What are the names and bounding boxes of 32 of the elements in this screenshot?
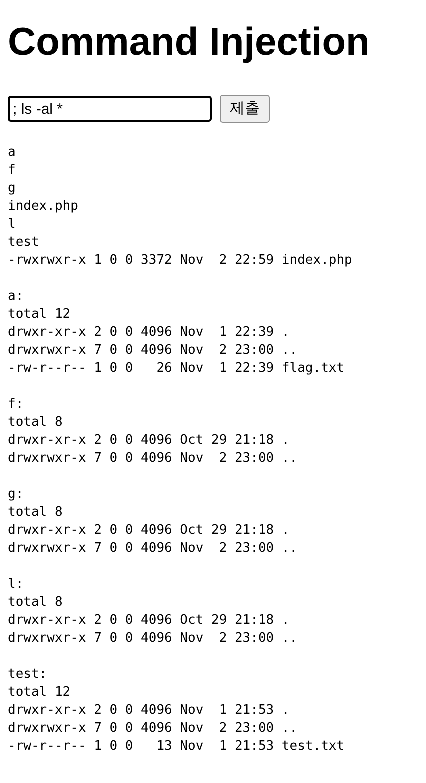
- output-line: f: [8, 162, 16, 180]
- output-line: drwxr-xr-x 2 0 0 4096 Nov 1 22:39 .: [8, 324, 290, 342]
- output-line: drwxrwxr-x 7 0 0 4096 Nov 2 23:00 ..: [8, 720, 298, 738]
- output-line: index.php: [8, 198, 78, 216]
- output-line: drwxr-xr-x 2 0 0 4096 Oct 29 21:18 .: [8, 432, 290, 450]
- output-line: l:: [8, 576, 24, 594]
- output-line: drwxrwxr-x 7 0 0 4096 Nov 2 23:00 ..: [8, 630, 298, 648]
- output-line: f:: [8, 396, 24, 414]
- output-line: -rw-r--r-- 1 0 0 26 Nov 1 22:39 flag.txt: [8, 360, 345, 378]
- output-line: test: [8, 234, 40, 252]
- output-line: l: [8, 216, 16, 234]
- output-line: drwxrwxr-x 7 0 0 4096 Nov 2 23:00 ..: [8, 540, 298, 558]
- output-line: a:: [8, 288, 24, 306]
- output-line: -rwxrwxr-x 1 0 0 3372 Nov 2 22:59 index.php: [8, 252, 352, 270]
- submit-button[interactable]: 제출: [220, 95, 270, 123]
- output-line: total 8: [8, 414, 63, 432]
- output-line: test:: [8, 666, 48, 684]
- output-line: total 12: [8, 684, 71, 702]
- output-line: a: [8, 144, 16, 162]
- output-line: total 8: [8, 594, 63, 612]
- command-input-field[interactable]: ; ls -al *: [8, 96, 212, 122]
- output-line: drwxr-xr-x 2 0 0 4096 Oct 29 21:18 .: [8, 612, 290, 630]
- output-line: g:: [8, 486, 24, 504]
- output-line: g: [8, 180, 16, 198]
- output-line: total 8: [8, 504, 63, 522]
- page-title: Command Injection: [8, 20, 370, 66]
- output-line: drwxr-xr-x 2 0 0 4096 Oct 29 21:18 .: [8, 522, 290, 540]
- output-line: -rw-r--r-- 1 0 0 13 Nov 1 21:53 test.txt: [8, 738, 345, 756]
- output-line: drwxrwxr-x 7 0 0 4096 Nov 2 23:00 ..: [8, 450, 298, 468]
- output-line: total 12: [8, 306, 71, 324]
- output-line: drwxr-xr-x 2 0 0 4096 Nov 1 21:53 .: [8, 702, 290, 720]
- output-line: drwxrwxr-x 7 0 0 4096 Nov 2 23:00 ..: [8, 342, 298, 360]
